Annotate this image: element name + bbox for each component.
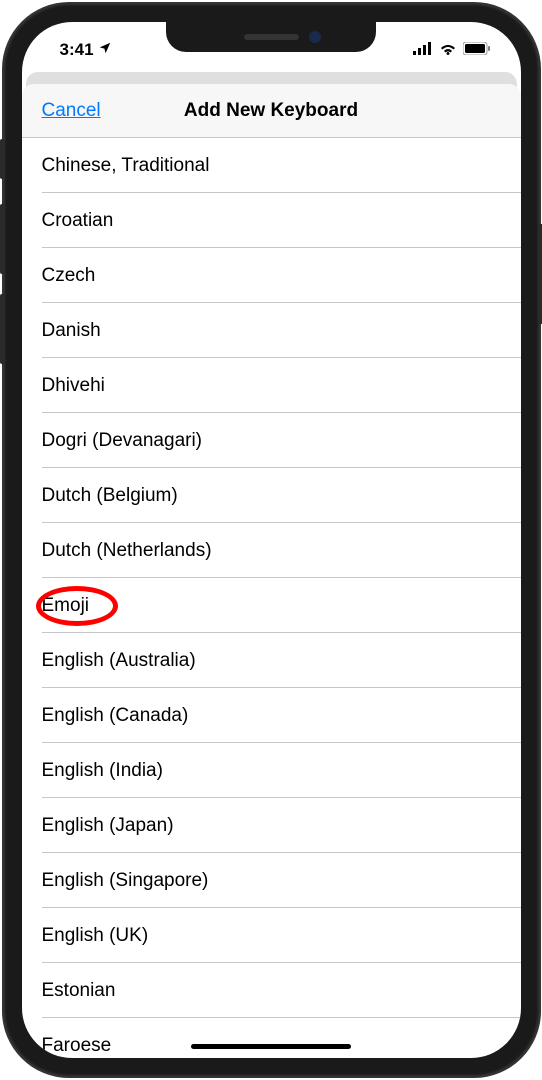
list-item[interactable]: Emoji [22,578,521,633]
volume-down-button [0,294,4,364]
home-indicator[interactable] [191,1044,351,1049]
list-item[interactable]: Dogri (Devanagari) [22,413,521,468]
list-item-label: Faroese [42,1035,112,1057]
keyboard-list[interactable]: Chinese, Traditional Croatian Czech Danish D… [22,138,521,1058]
list-item-label: English (Japan) [42,815,174,837]
front-camera [309,31,321,43]
screen: 3:41 Cancel Add New Keyboard [22,22,521,1058]
list-item[interactable]: English (Australia) [22,633,521,688]
list-item-label: Chinese, Traditional [42,155,210,177]
list-item-label: Dutch (Belgium) [42,485,178,507]
list-item[interactable]: English (India) [22,743,521,798]
list-item-label: English (Canada) [42,705,189,727]
list-item[interactable]: Dutch (Belgium) [22,468,521,523]
list-item[interactable]: Croatian [22,193,521,248]
list-item[interactable]: Faroese [22,1018,521,1058]
list-item[interactable]: Dhivehi [22,358,521,413]
list-item[interactable]: English (Canada) [22,688,521,743]
status-time: 3:41 [60,40,94,60]
list-item-label: Czech [42,265,96,287]
list-item-label: Emoji [42,595,90,617]
list-item[interactable]: English (Singapore) [22,853,521,908]
list-item-label: Dogri (Devanagari) [42,430,203,452]
list-item-label: Estonian [42,980,116,1002]
power-button [539,224,542,324]
page-title: Add New Keyboard [184,100,358,122]
wifi-icon [439,40,457,60]
list-item-label: Croatian [42,210,114,232]
phone-frame: 3:41 Cancel Add New Keyboard [4,4,539,1076]
cellular-icon [413,40,433,60]
list-item[interactable]: Chinese, Traditional [22,138,521,193]
list-item[interactable]: English (UK) [22,908,521,963]
list-item-label: Danish [42,320,101,342]
list-item-label: Dhivehi [42,375,105,397]
list-item-label: English (Australia) [42,650,196,672]
mute-switch [0,139,4,179]
status-right [413,40,491,60]
speaker [244,34,299,40]
list-item[interactable]: Danish [22,303,521,358]
list-item[interactable]: Dutch (Netherlands) [22,523,521,578]
list-item[interactable]: Estonian [22,963,521,1018]
status-left: 3:41 [60,40,112,60]
nav-bar: Cancel Add New Keyboard [22,84,521,138]
notch [166,22,376,52]
list-item-label: English (UK) [42,925,149,947]
list-item-label: English (India) [42,760,163,782]
cancel-button[interactable]: Cancel [42,100,101,122]
list-item-label: English (Singapore) [42,870,209,892]
list-item-label: Dutch (Netherlands) [42,540,212,562]
list-item[interactable]: Czech [22,248,521,303]
battery-icon [463,40,491,60]
list-item[interactable]: English (Japan) [22,798,521,853]
location-icon [98,40,112,60]
volume-up-button [0,204,4,274]
